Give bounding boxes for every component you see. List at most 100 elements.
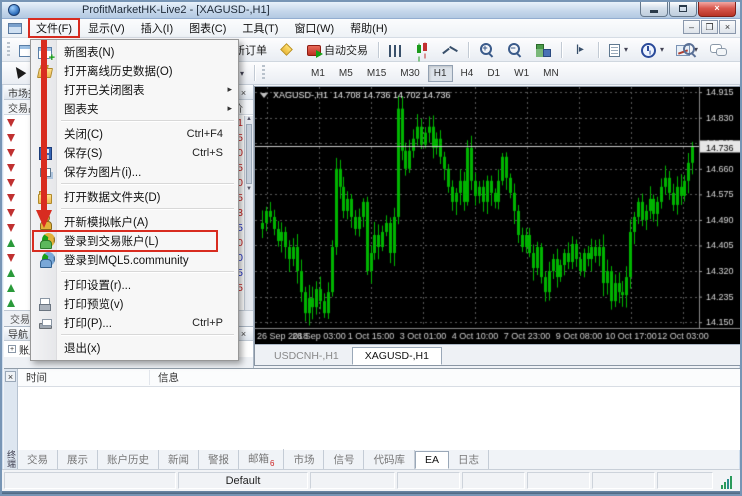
status-bar: Default [2,469,740,491]
terminal-tab-代码库[interactable]: 代码库 [364,450,415,469]
tree-expand-icon[interactable]: + [8,345,16,353]
timeframe-button-h4[interactable]: H4 [455,65,480,82]
file-menu-item-15[interactable]: 退出(x) [32,338,237,357]
file-menu-item-2[interactable]: 打开离线历史数据(O) [32,61,237,80]
app-logo-icon [8,4,20,16]
chat-icon [710,42,726,58]
menubar-item-3[interactable]: 插入(I) [133,18,181,38]
chat-button[interactable] [705,39,731,61]
terminal-tab-账户历史[interactable]: 账户历史 [98,450,159,469]
application-window: ProfitMarketHK-Live2 - [XAGUSD-,H1] × 文件… [0,0,742,496]
status-cell [397,472,460,489]
menubar-item-1[interactable]: 文件(F) [28,18,80,38]
timeframe-button-h1[interactable]: H1 [428,65,453,82]
arrow-down-icon [7,134,15,142]
chart-tab-1[interactable]: USDCNH-,H1 [261,347,352,365]
title-bar[interactable]: ProfitMarketHK-Live2 - [XAGUSD-,H1] × [2,2,740,19]
mdi-minimize-button[interactable]: – [683,20,700,34]
timeframe-button-d1[interactable]: D1 [481,65,506,82]
arrow-down-icon [7,209,15,217]
timeframe-button-m5[interactable]: M5 [333,65,359,82]
toolbar-grip[interactable] [262,65,265,81]
terminal-tab-展示[interactable]: 展示 [58,450,98,469]
mdi-close-button[interactable]: × [719,20,736,34]
terminal-tab-邮箱[interactable]: 邮箱6 [239,449,284,469]
menubar-item-4[interactable]: 图表(C) [181,18,234,38]
metaeditor-button[interactable] [274,39,300,61]
menu-item-shortcut: Ctrl+F4 [187,128,237,140]
file-menu-popup: 新图表(N)打开离线历史数据(O)打开已关闭图表▸图表夹▸ 关闭(C)Ctrl+F… [30,39,239,361]
file-menu-item-14[interactable]: 打印(P)...Ctrl+P [32,313,237,332]
periods-button[interactable]: ▾ [635,39,669,61]
menu-item-label: 打开数据文件夹(D) [58,189,160,205]
terminal-tab-新闻[interactable]: 新闻 [159,450,199,469]
maximize-button[interactable] [669,2,697,17]
line-chart-icon [442,42,458,58]
autotrading-button[interactable]: 自动交易 [302,39,373,61]
timeframe-button-w1[interactable]: W1 [508,65,535,82]
file-menu-item-1[interactable]: 新图表(N) [32,42,237,61]
terminal-tab-日志[interactable]: 日志 [449,450,489,469]
minimize-button[interactable] [640,2,668,17]
menubar-item-2[interactable]: 显示(V) [80,18,133,38]
mdi-restore-icon[interactable] [8,23,22,34]
price-chart[interactable] [255,87,741,344]
status-profile[interactable]: Default [178,472,308,489]
status-cell [462,472,525,489]
timeframe-button-mn[interactable]: MN [537,65,565,82]
chart-shift-button[interactable]: |▸ [567,39,593,61]
file-menu-item-7[interactable]: 保存为图片(i)... [32,162,237,181]
chart-tab-2[interactable]: XAGUSD-,H1 [352,347,442,365]
navigator-close-icon[interactable]: × [238,328,249,339]
folder-icon [38,194,52,204]
autotrading-icon [307,45,321,56]
file-menu-item-13[interactable]: 打印预览(v) [32,294,237,313]
menubar-item-5[interactable]: 工具(T) [234,18,286,38]
tile-windows-button[interactable] [530,39,556,61]
bar-chart-icon [389,45,402,57]
terminal-tab-交易[interactable]: 交易 [18,450,58,469]
terminal-tab-EA[interactable]: EA [415,451,449,469]
menu-item-label: 退出(x) [58,340,100,356]
market-watch-scrollbar[interactable]: ▲▼ [244,116,253,310]
file-menu-item-4[interactable]: 图表夹▸ [32,99,237,118]
timeframe-button-m1[interactable]: M1 [305,65,331,82]
file-menu-item-6[interactable]: 保存(S)Ctrl+S [32,143,237,162]
file-menu-item-3[interactable]: 打开已关闭图表▸ [32,80,237,99]
status-cell [4,472,176,489]
zoom-out-icon: − [507,42,523,58]
zoom-in-button[interactable]: + [474,39,500,61]
line-chart-button[interactable] [437,39,463,61]
file-menu-item-5[interactable]: 关闭(C)Ctrl+F4 [32,124,237,143]
periods-icon [640,42,656,58]
toolbar-grip[interactable] [7,42,10,58]
metaeditor-icon [280,43,293,56]
terminal-close-icon[interactable]: × [5,371,16,382]
close-button[interactable]: × [698,2,736,17]
terminal-tab-信号[interactable]: 信号 [324,450,364,469]
file-menu-item-11[interactable]: 登录到MQL5.community [32,250,237,269]
bar-chart-button[interactable] [384,40,407,60]
menubar-item-7[interactable]: 帮助(H) [342,18,395,38]
mdi-restore-button[interactable]: ❐ [701,20,718,34]
file-menu-item-9[interactable]: 开新模拟帐户(A) [32,212,237,231]
file-menu-item-12[interactable]: 打印设置(r)... [32,275,237,294]
zoom-out-button[interactable]: − [502,39,528,61]
timeframe-button-m15[interactable]: M15 [361,65,392,82]
menu-item-label: 图表夹 [58,101,99,117]
new-chart-icon [38,47,52,59]
timeframe-button-m30[interactable]: M30 [394,65,425,82]
terminal-column-headers[interactable]: 时间 信息 [18,369,742,387]
terminal-tab-市场[interactable]: 市场 [284,450,324,469]
terminal-tab-警报[interactable]: 警报 [199,450,239,469]
crosshair-button[interactable] [5,62,31,84]
file-menu-item-8[interactable]: 打开数据文件夹(D) [32,187,237,206]
menu-separator [61,271,234,272]
window-bottom-edge [2,491,740,496]
market-watch-close-icon[interactable]: × [238,87,249,98]
candlestick-button[interactable] [409,39,435,61]
indicators-icon [609,44,620,57]
menubar-item-6[interactable]: 窗口(W) [286,18,342,38]
indicators-button[interactable]: ▾ [604,40,633,60]
search-button[interactable] [677,39,703,61]
